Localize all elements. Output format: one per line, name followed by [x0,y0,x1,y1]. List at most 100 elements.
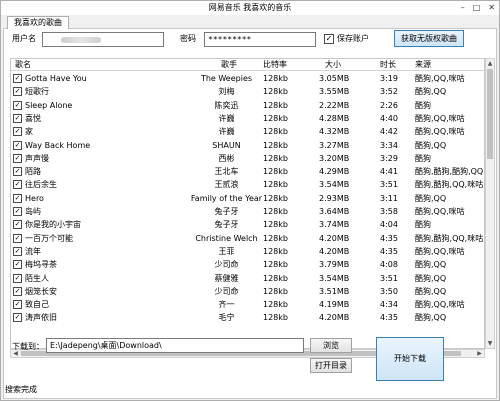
maximize-button[interactable]: □ [473,1,481,15]
column-source[interactable]: 来源 [415,59,431,71]
table-row[interactable]: ✓ 涛声依旧 毛宁 128kb 4.20MB 4:35 酷狗,QQ [11,311,484,324]
row-checkbox[interactable]: ✓ [13,113,22,123]
table-row[interactable]: ✓ 一百万个可能 Christine Welch 128kb 4.20MB 4:35 酷狗,… [11,232,484,245]
row-checkbox[interactable]: ✓ [13,87,22,97]
username-field[interactable] [42,32,164,47]
song-source: 酷狗,QQ [415,193,447,203]
song-duration: 3:29 [380,153,398,163]
close-button[interactable]: ✕ [488,1,495,15]
table-row[interactable]: ✓陌路王北车128kb4.29MB4:41酷狗,酷狗,酷狗,QQ,咪咕 [11,165,484,178]
column-size[interactable]: 大小 [325,59,341,71]
table-row[interactable]: ✓ Gotta Have You The Weepies 128kb 3.05MB 3:1… [11,72,484,85]
table-row[interactable]: ✓ 陌生人 蔡健雅 128kb 3.54MB 3:51 酷狗,QQ [11,272,484,285]
table-row[interactable]: ✓ 岛屿 兔子牙 128kb 3.64MB 3:58 酷狗,QQ,咪咕 [11,205,484,218]
song-title: 梅坞寻茶 [25,260,57,270]
song-title: 陌路 [25,167,41,177]
download-path-field[interactable]: E:\Jadepeng\桌面\Download\ [46,338,304,353]
table-row[interactable]: ✓ 烟笼长安 少司命 128kb 3.51MB 3:50 酷狗,QQ [11,285,484,298]
song-bitrate: 128kb [263,207,288,216]
row-checkbox[interactable]: ✓ [13,246,22,256]
song-title: 家 [25,127,33,137]
song-size: 4.20MB [319,313,350,323]
row-checkbox[interactable]: ✓ [13,233,22,243]
column-title[interactable]: 歌名 [15,59,31,71]
open-folder-button[interactable]: 打开目录 [310,358,352,373]
table-row[interactable]: ✓ 喜悦 许巍 128kb 4.28MB 4:40 酷狗,QQ,咪咕 [11,112,484,125]
song-title: 你是我的小宇宙 [25,220,81,230]
table-row[interactable]: ✓ 你是我的小宇宙 兔子牙 128kb 3.74MB 4:04 酷狗 [11,218,484,231]
song-duration: 4:35 [380,246,398,256]
row-checkbox[interactable]: ✓ [13,74,22,83]
song-source: 酷狗,QQ,咪咕 [415,207,465,216]
scroll-down-icon[interactable]: ▼ [486,339,494,348]
table-row[interactable]: ✓ Hero Family of the Year 128kb 2.93MB 3:11 酷狗… [11,192,484,205]
minimize-button[interactable]: – [461,1,465,15]
table-row[interactable]: ✓ 流年 王菲 128kb 4.20MB 4:35 酷狗,QQ,咪咕 [11,245,484,258]
fetch-songs-button[interactable]: 获取无版权歌曲 [394,30,464,47]
song-size: 3.54MB [319,180,350,190]
table-header: 歌名 歌手 比特率 大小 时长 来源 [11,59,484,71]
row-checkbox[interactable]: ✓ [13,286,22,296]
song-bitrate: 128kb [263,113,288,123]
song-size: 3.20MB [319,153,350,163]
song-source: 酷狗 [415,100,431,110]
table-row[interactable]: ✓ 往后余生 王贰浪 128kb 3.54MB 3:51 酷狗,酷狗,QQ,咪咕 [11,178,484,191]
song-size: 4.28MB [319,113,350,123]
row-checkbox[interactable]: ✓ [13,313,22,323]
song-bitrate: 128kb [263,167,288,177]
song-duration: 4:35 [380,313,398,323]
song-size: 4.20MB [319,233,350,243]
row-checkbox[interactable]: ✓ [13,260,22,270]
song-bitrate: 128kb [263,153,288,163]
row-checkbox[interactable]: ✓ [13,220,22,230]
remember-account-checkbox[interactable]: ✓ [324,34,334,44]
song-size: 3.79MB [319,260,350,270]
table-row[interactable]: ✓ 声声慢 西彬 128kb 3.20MB 3:29 酷狗 [11,152,484,165]
column-duration[interactable]: 时长 [380,59,396,71]
song-title: 喜悦 [25,113,41,123]
song-title: 短歌行 [25,87,49,97]
row-checkbox[interactable]: ✓ [13,180,22,190]
column-artist[interactable]: 歌手 [221,59,237,71]
song-bitrate: 128kb [263,87,288,97]
row-checkbox[interactable]: ✓ [13,193,22,203]
scroll-up-icon[interactable]: ▲ [486,59,494,68]
tab-favorite-songs[interactable]: 我喜欢的歌曲 [7,16,69,30]
table-row[interactable]: ✓ Sleep Alone 陈奕迅 128kb 2.22MB 2:26 酷狗 [11,99,484,112]
vertical-scrollbar[interactable]: ▲ ▼ [485,58,495,349]
row-checkbox[interactable]: ✓ [13,153,22,163]
song-source: 酷狗 [415,153,431,163]
song-duration: 4:04 [380,220,398,230]
row-checkbox[interactable]: ✓ [13,273,22,283]
table-row[interactable]: ✓ 梅坞寻茶 少司命 128kb 3.79MB 4:08 酷狗,QQ [11,258,484,271]
row-checkbox[interactable]: ✓ [13,207,22,216]
row-checkbox[interactable]: ✓ [13,300,22,310]
table-row[interactable]: ✓ 家许巍 128kb 4.32MB 4:42 酷狗,QQ,咪咕 [11,125,484,138]
song-source: 酷狗,QQ,咪咕 [415,74,465,83]
song-source: 酷狗,QQ [415,313,447,323]
table-row[interactable]: ✓ 短歌行 刘梅 128kb 3.55MB 3:52 酷狗,QQ [11,85,484,98]
column-bitrate[interactable]: 比特率 [263,59,287,71]
browse-button[interactable]: 浏览 [310,338,352,353]
password-field[interactable]: ********* [204,32,316,47]
song-duration: 3:11 [380,193,398,203]
row-checkbox[interactable]: ✓ [13,140,22,150]
song-source: 酷狗,QQ,咪咕 [415,246,465,256]
vertical-scroll-thumb[interactable] [487,69,493,159]
song-source: 酷狗 [415,220,431,230]
song-title: Hero [25,193,44,203]
song-source: 酷狗,QQ [415,260,447,270]
song-title: 往后余生 [25,180,57,190]
song-size: 3.64MB [319,207,350,216]
song-title: Sleep Alone [25,100,73,110]
row-checkbox[interactable]: ✓ [13,100,22,110]
table-row[interactable]: ✓ Way Back Home SHAUN 128kb 3.27MB 3:34 酷狗,QQ [11,139,484,152]
song-title: 涛声依旧 [25,313,57,323]
row-checkbox[interactable]: ✓ [13,127,22,137]
scroll-right-icon[interactable]: ▶ [475,350,484,357]
song-duration: 3:34 [380,140,398,150]
row-checkbox[interactable]: ✓ [13,167,22,177]
table-row[interactable]: ✓ 致自己 齐一 128kb 4.19MB 4:34 酷狗,QQ,咪咕 [11,298,484,311]
song-bitrate: 128kb [263,100,288,110]
start-download-button[interactable]: 开始下载 [376,337,444,381]
